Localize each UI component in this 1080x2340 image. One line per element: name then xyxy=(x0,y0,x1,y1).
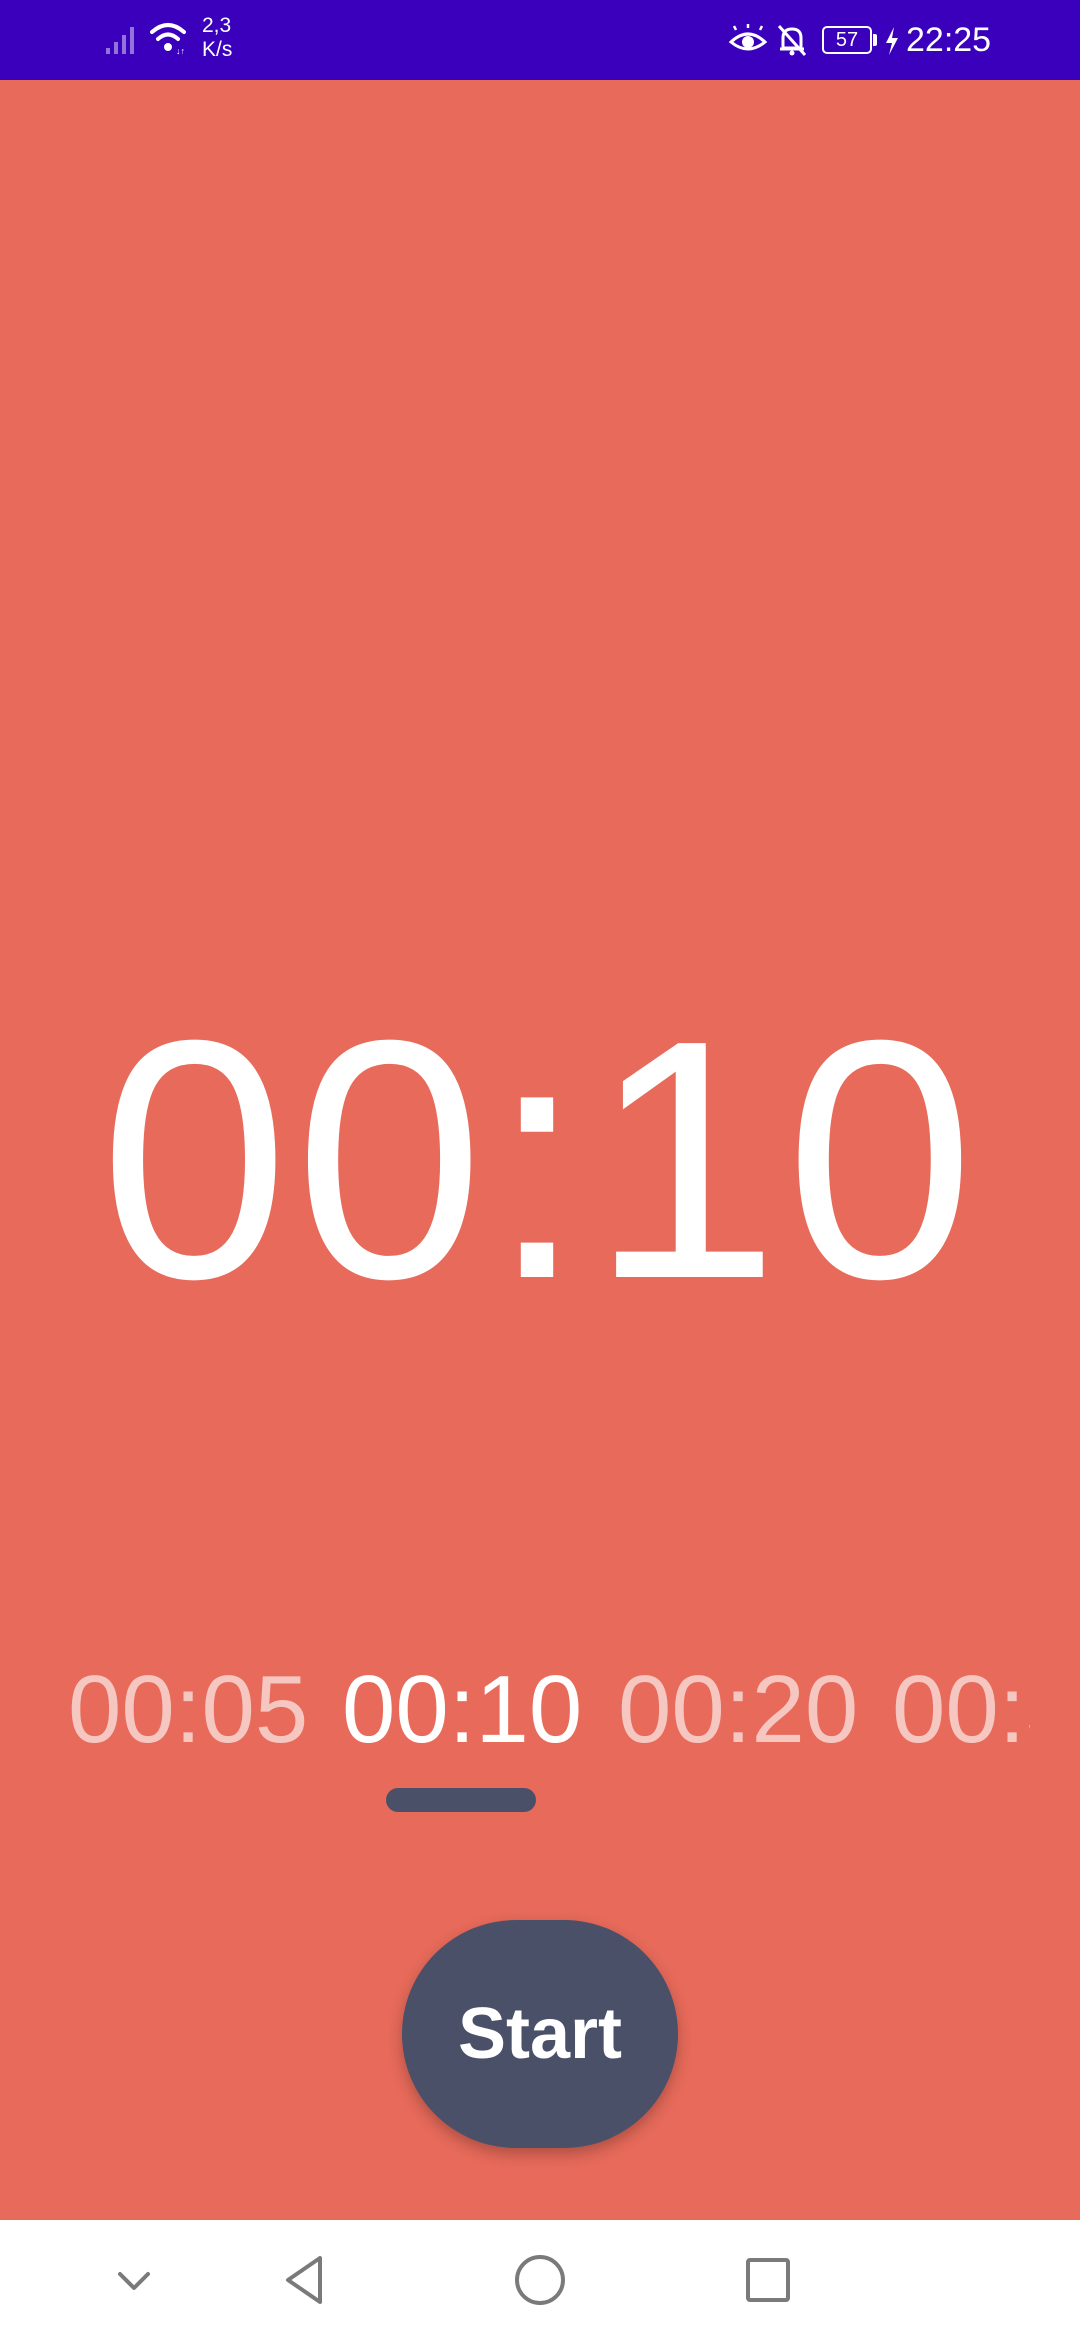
network-speed-unit: K/s xyxy=(202,38,233,61)
preset-scroller[interactable]: 00:05 00:10 00:20 00:30 xyxy=(60,1650,1030,1770)
status-time: 22:25 xyxy=(906,21,992,59)
recents-icon[interactable] xyxy=(738,2250,798,2310)
back-icon[interactable] xyxy=(278,2250,338,2310)
battery-tip xyxy=(873,34,877,46)
status-bar: ↓↑ 2,3 K/s 57 22:25 xyxy=(0,0,1080,80)
start-button[interactable]: Start xyxy=(402,1920,678,2148)
home-icon[interactable] xyxy=(510,2250,570,2310)
charging-icon xyxy=(886,27,898,55)
preset-item[interactable]: 00:05 xyxy=(68,1650,308,1770)
eye-comfort-icon xyxy=(728,24,768,51)
preset-item-selected[interactable]: 00:10 xyxy=(342,1650,582,1770)
signal-icon xyxy=(106,27,134,54)
battery-icon: 57 xyxy=(822,26,872,54)
selected-preset-indicator xyxy=(386,1788,536,1812)
wifi-icon: ↓↑ xyxy=(150,23,186,56)
network-speed-value: 2,3 xyxy=(202,14,232,37)
svg-text:↓↑: ↓↑ xyxy=(176,46,185,56)
app-screen: ↓↑ 2,3 K/s 57 22:25 00:10 00:05 00:10 00… xyxy=(0,0,1080,2340)
network-speed: 2,3 K/s xyxy=(202,14,232,62)
preset-item[interactable]: 00:20 xyxy=(618,1650,858,1770)
preset-item[interactable]: 00:30 xyxy=(892,1650,1030,1770)
timer-display: 00:10 xyxy=(99,970,981,1350)
chevron-down-icon[interactable] xyxy=(104,2250,164,2310)
bell-muted-icon xyxy=(777,24,807,57)
navigation-bar xyxy=(0,2220,1080,2340)
